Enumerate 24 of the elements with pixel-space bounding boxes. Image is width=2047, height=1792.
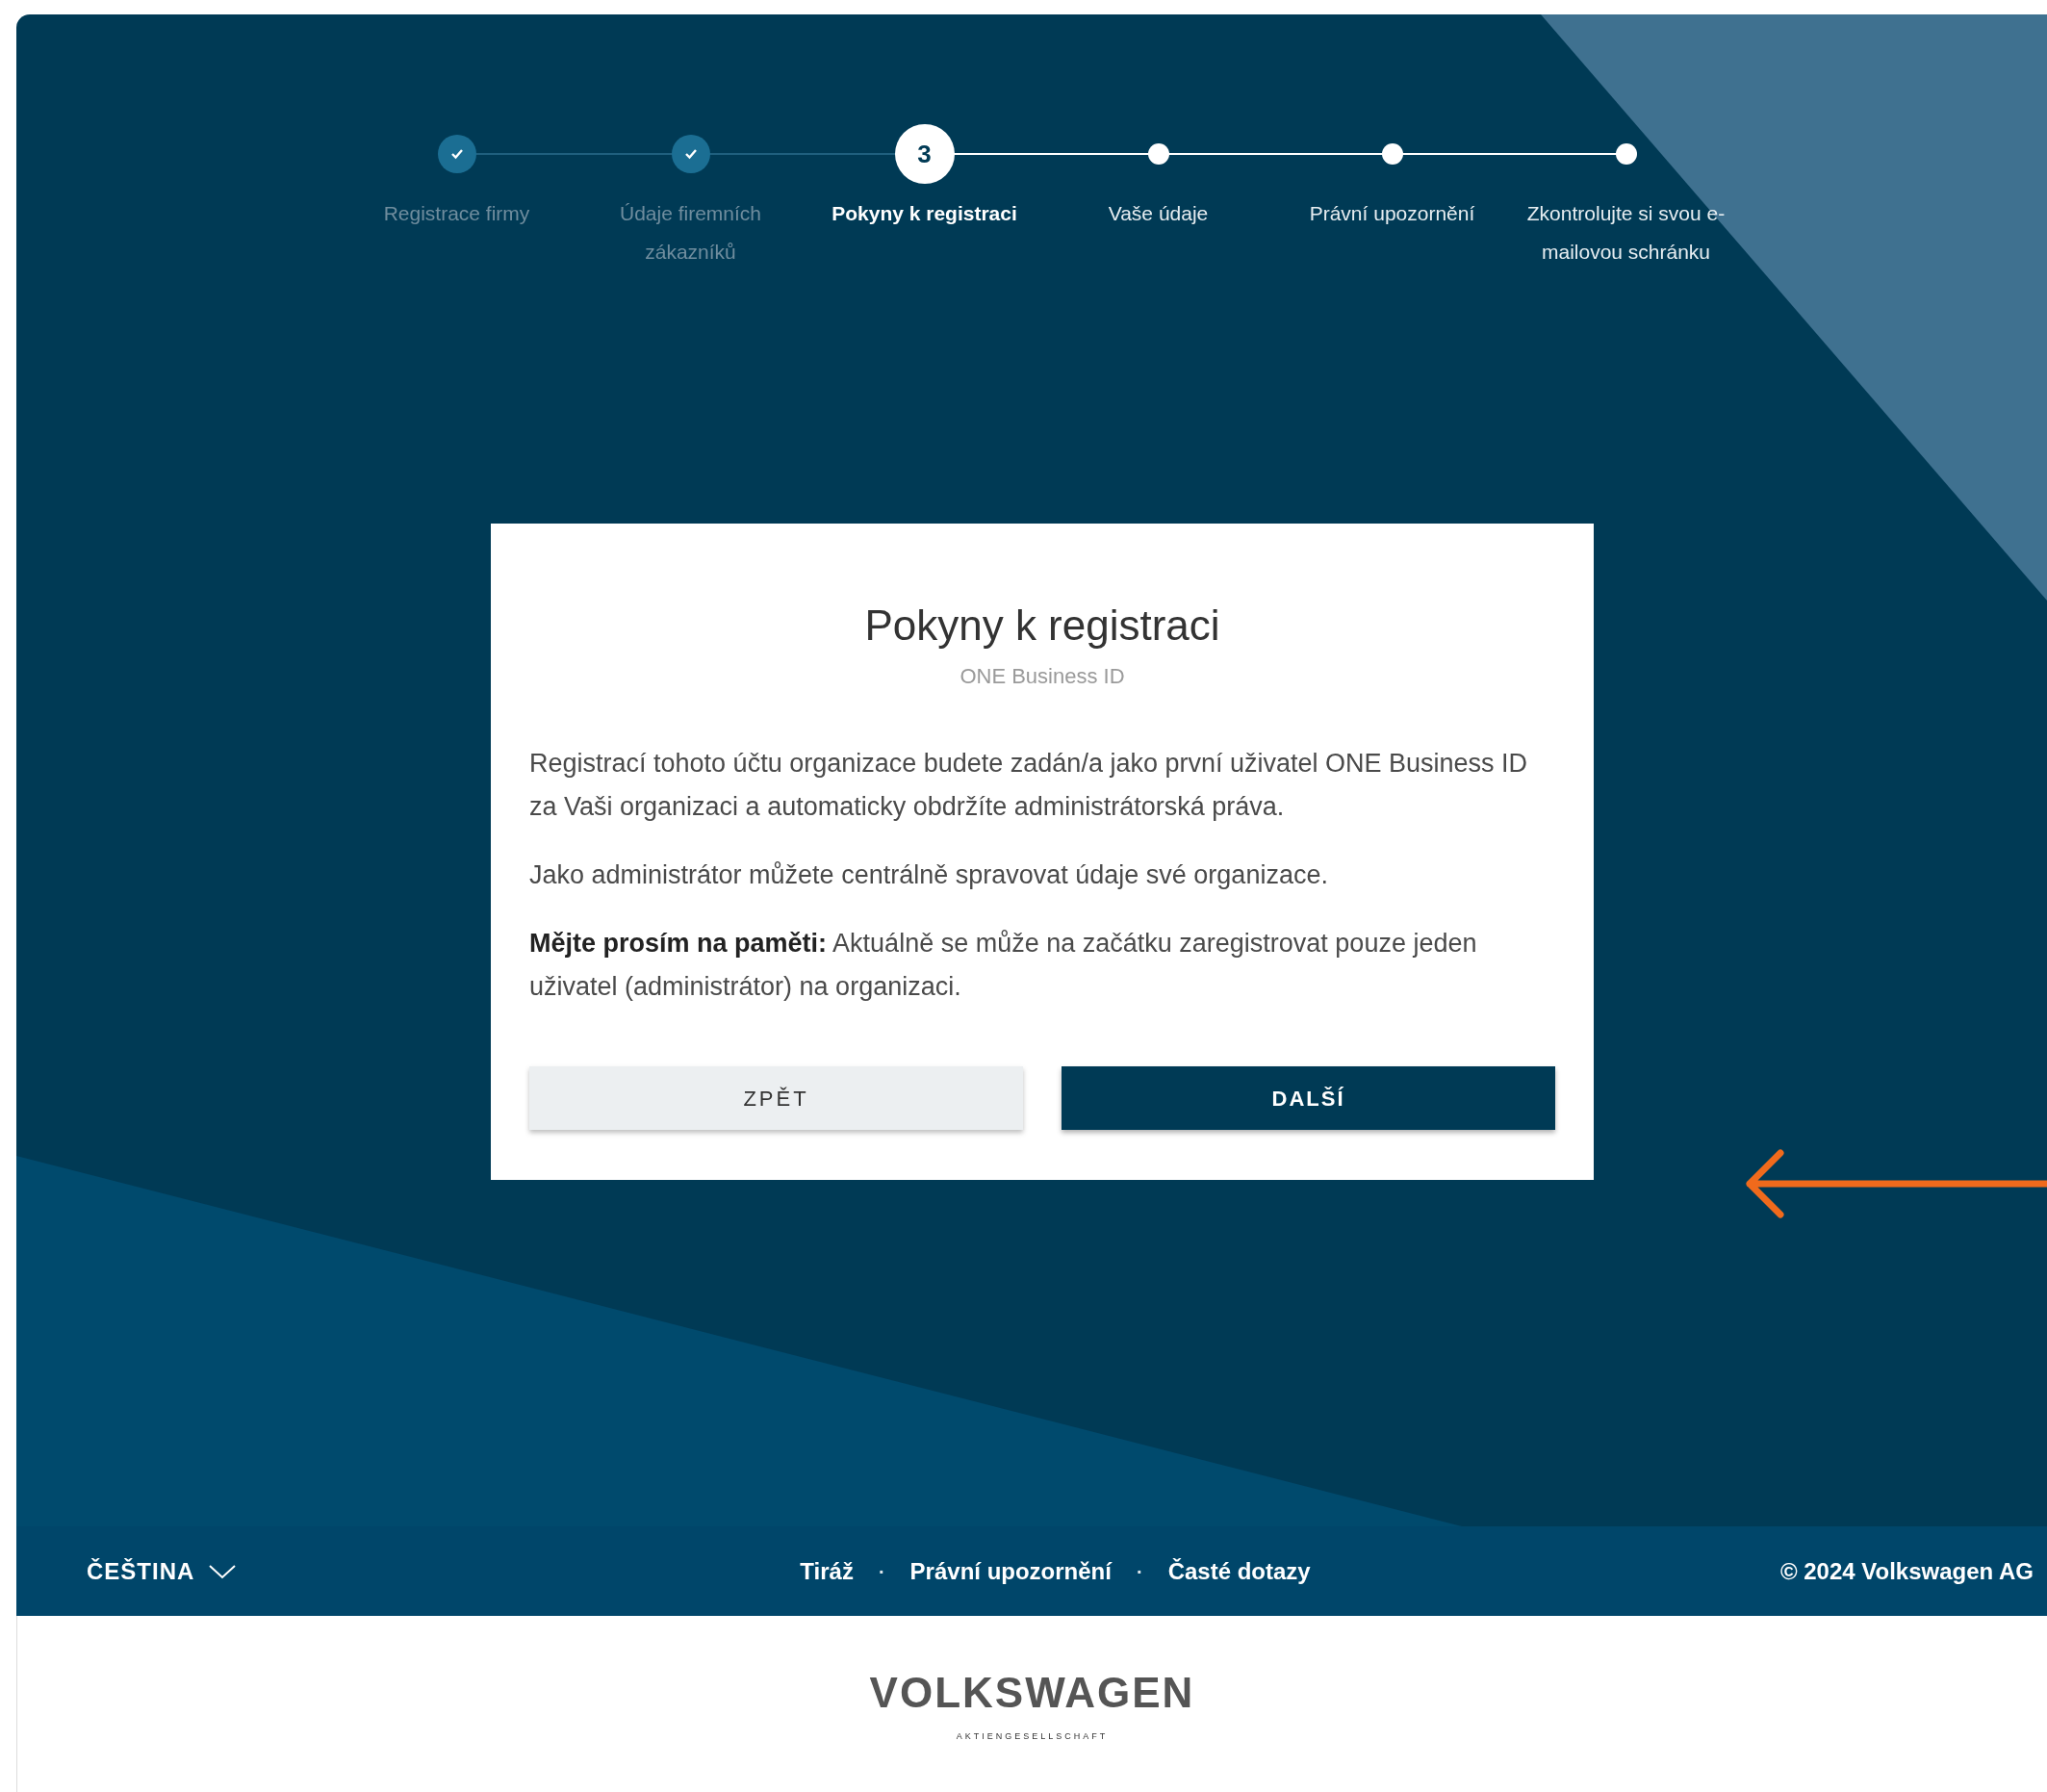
next-button[interactable]: DALŠÍ [1062,1066,1555,1130]
dialog-subtitle: ONE Business ID [959,663,1126,690]
body-paragraph: Registrací tohoto účtu organizace budete zadán/a jako první uživatel ONE Business ID za Vaši organizaci a automaticky obdržíte administrátorská práva. [529,748,1529,823]
footer-link[interactable]: Časté dotazy [1167,1553,1311,1589]
body-paragraph: Jako administrátor můžete centrálně spravovat údaje své organizace. [529,859,1329,891]
brand-logo: VOLKSWAGEN [869,1669,1195,1717]
step-label: Zkontrolujte si svou e-mailovou schránku [1525,201,1727,265]
step-label: Registrace firmy [383,201,530,226]
footer-link[interactable]: Tiráž [800,1553,854,1589]
language-selector[interactable]: ČEŠTINA [87,1553,529,1589]
step-label: Údaje firemních zákazníků [618,201,763,265]
step-label: Právní upozornění [1309,201,1475,226]
separator-dot: · [878,1559,885,1584]
back-button[interactable]: ZPĚT [529,1066,1023,1130]
separator-dot: · [1136,1559,1143,1584]
step-number: 3 [894,124,955,184]
step-label: Pokyny k registraci [832,201,1017,226]
body-paragraph: Mějte prosím na paměti: Aktuálně se může na začátku zaregistrovat pouze jeden uživatel (administrátor) na organizaci. [529,928,1478,1003]
footer-link[interactable]: Právní upozornění [909,1553,1112,1589]
dialog-title: Pokyny k registraci [863,601,1221,651]
chevron-down-icon [208,1563,238,1579]
brand-tagline: AKTIENGESELLSCHAFT [956,1730,1109,1743]
step-label: Vaše údaje [1108,201,1209,226]
copyright-text: © 2024 Volkswagen AG [1778,1556,2034,1586]
